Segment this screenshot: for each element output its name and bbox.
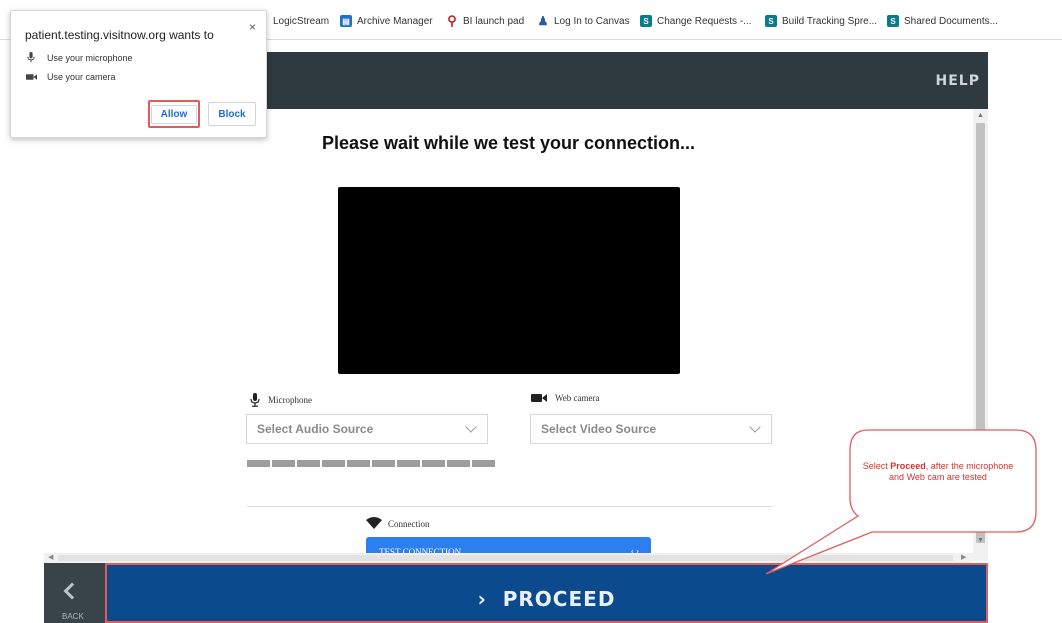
bookmark-build-tracking[interactable]: S Build Tracking Spre... [765, 13, 877, 29]
sharepoint-icon: S [765, 15, 777, 27]
meter-segment [272, 460, 295, 467]
allow-button[interactable]: Allow [148, 100, 200, 128]
permission-camera: Use your camera [47, 72, 116, 82]
meter-segment [347, 460, 370, 467]
audio-source-select[interactable]: Select Audio Source [246, 414, 488, 444]
video-source-value: Select Video Source [541, 422, 657, 436]
bookmark-label: Shared Documents... [904, 15, 998, 27]
bookmark-shared-documents[interactable]: S Shared Documents... [887, 13, 998, 29]
bookmark-label: BI launch pad [463, 15, 525, 27]
callout-prefix: Select [862, 461, 891, 471]
block-button[interactable]: Block [208, 102, 256, 126]
canvas-icon: ♟ [537, 14, 549, 28]
meter-segment [247, 460, 270, 467]
back-label: BACK [62, 612, 84, 621]
bookmark-logicstream[interactable]: LogicStream [273, 13, 329, 29]
scrollbar-thumb[interactable] [58, 555, 953, 561]
bookmark-label: Build Tracking Spre... [782, 15, 878, 27]
meter-segment [297, 460, 320, 467]
browser-window: LogicStream ▤ Archive Manager ⚲ BI launc… [0, 0, 1062, 623]
meter-segment [447, 460, 470, 467]
bookmark-change-requests[interactable]: S Change Requests -... [640, 13, 752, 29]
connection-label-row: Connection [366, 517, 430, 531]
permission-camera-row: Use your camera [25, 72, 116, 82]
bookmark-canvas[interactable]: ♟ Log In to Canvas [537, 13, 630, 29]
connection-label: Connection [388, 519, 430, 529]
bookmark-label: Log In to Canvas [554, 15, 630, 27]
chevron-right-icon: › [477, 587, 487, 611]
microphone-label: Microphone [268, 395, 312, 405]
camera-icon [25, 73, 37, 81]
permission-microphone-row: Use your microphone [25, 52, 133, 63]
video-source-select[interactable]: Select Video Source [530, 414, 772, 444]
permission-title: patient.testing.visitnow.org wants to [25, 28, 214, 42]
block-label: Block [218, 108, 246, 120]
help-link[interactable]: HELP [936, 73, 980, 89]
meter-segment [397, 460, 420, 467]
meter-segment [372, 460, 395, 467]
vertical-scrollbar[interactable]: ▲ ▼ [973, 109, 988, 561]
archive-icon: ▤ [340, 15, 352, 27]
meter-segment [322, 460, 345, 467]
webcam-label-row: Web camera [531, 393, 600, 403]
scroll-left-icon[interactable]: ◀ [48, 553, 53, 561]
bookmark-archive-manager[interactable]: ▤ Archive Manager [340, 13, 433, 29]
proceed-label-row: › PROCEED [107, 587, 986, 611]
callout-emphasis: Proceed [890, 461, 926, 471]
bookmark-label: LogicStream [273, 15, 330, 27]
bookmark-label: Archive Manager [357, 15, 433, 27]
permission-microphone: Use your microphone [47, 52, 133, 63]
pin-icon: ⚲ [447, 13, 457, 28]
audio-level-meter [247, 460, 495, 467]
chevron-left-icon [63, 582, 81, 600]
wifi-icon [366, 517, 382, 531]
scroll-right-icon[interactable]: ▶ [961, 553, 966, 561]
page-gutter [988, 40, 1062, 623]
bookmark-bi-launch-pad[interactable]: ⚲ BI launch pad [446, 13, 524, 29]
meter-segment [472, 460, 495, 467]
proceed-button[interactable]: › PROCEED [105, 563, 988, 623]
chevron-down-icon [465, 421, 477, 433]
allow-label: Allow [150, 104, 198, 124]
microphone-label-row: Microphone [250, 393, 312, 407]
chevron-down-icon [749, 421, 761, 433]
bookmark-label: Change Requests -... [657, 15, 752, 27]
webcam-label: Web camera [555, 393, 600, 403]
proceed-label: PROCEED [502, 587, 616, 611]
sharepoint-icon: S [887, 15, 899, 27]
scroll-up-icon[interactable]: ▲ [977, 112, 984, 119]
microphone-icon [25, 52, 37, 63]
video-preview [338, 187, 680, 374]
meter-segment [422, 460, 445, 467]
audio-source-value: Select Audio Source [257, 422, 374, 436]
callout-text: Select Proceed, after the microphone and… [862, 461, 1014, 483]
section-divider [247, 506, 773, 507]
scroll-down-icon[interactable]: ▼ [977, 537, 984, 544]
connection-test-panel: Please wait while we test your connectio… [44, 109, 973, 561]
microphone-icon [250, 393, 260, 407]
back-button[interactable]: BACK [44, 563, 105, 623]
camera-icon [531, 393, 547, 403]
horizontal-scrollbar[interactable]: ◀ ▶ [44, 553, 973, 563]
permission-popup: patient.testing.visitnow.org wants to × … [10, 10, 267, 138]
close-icon[interactable]: × [249, 20, 256, 34]
sharepoint-icon: S [640, 15, 652, 27]
